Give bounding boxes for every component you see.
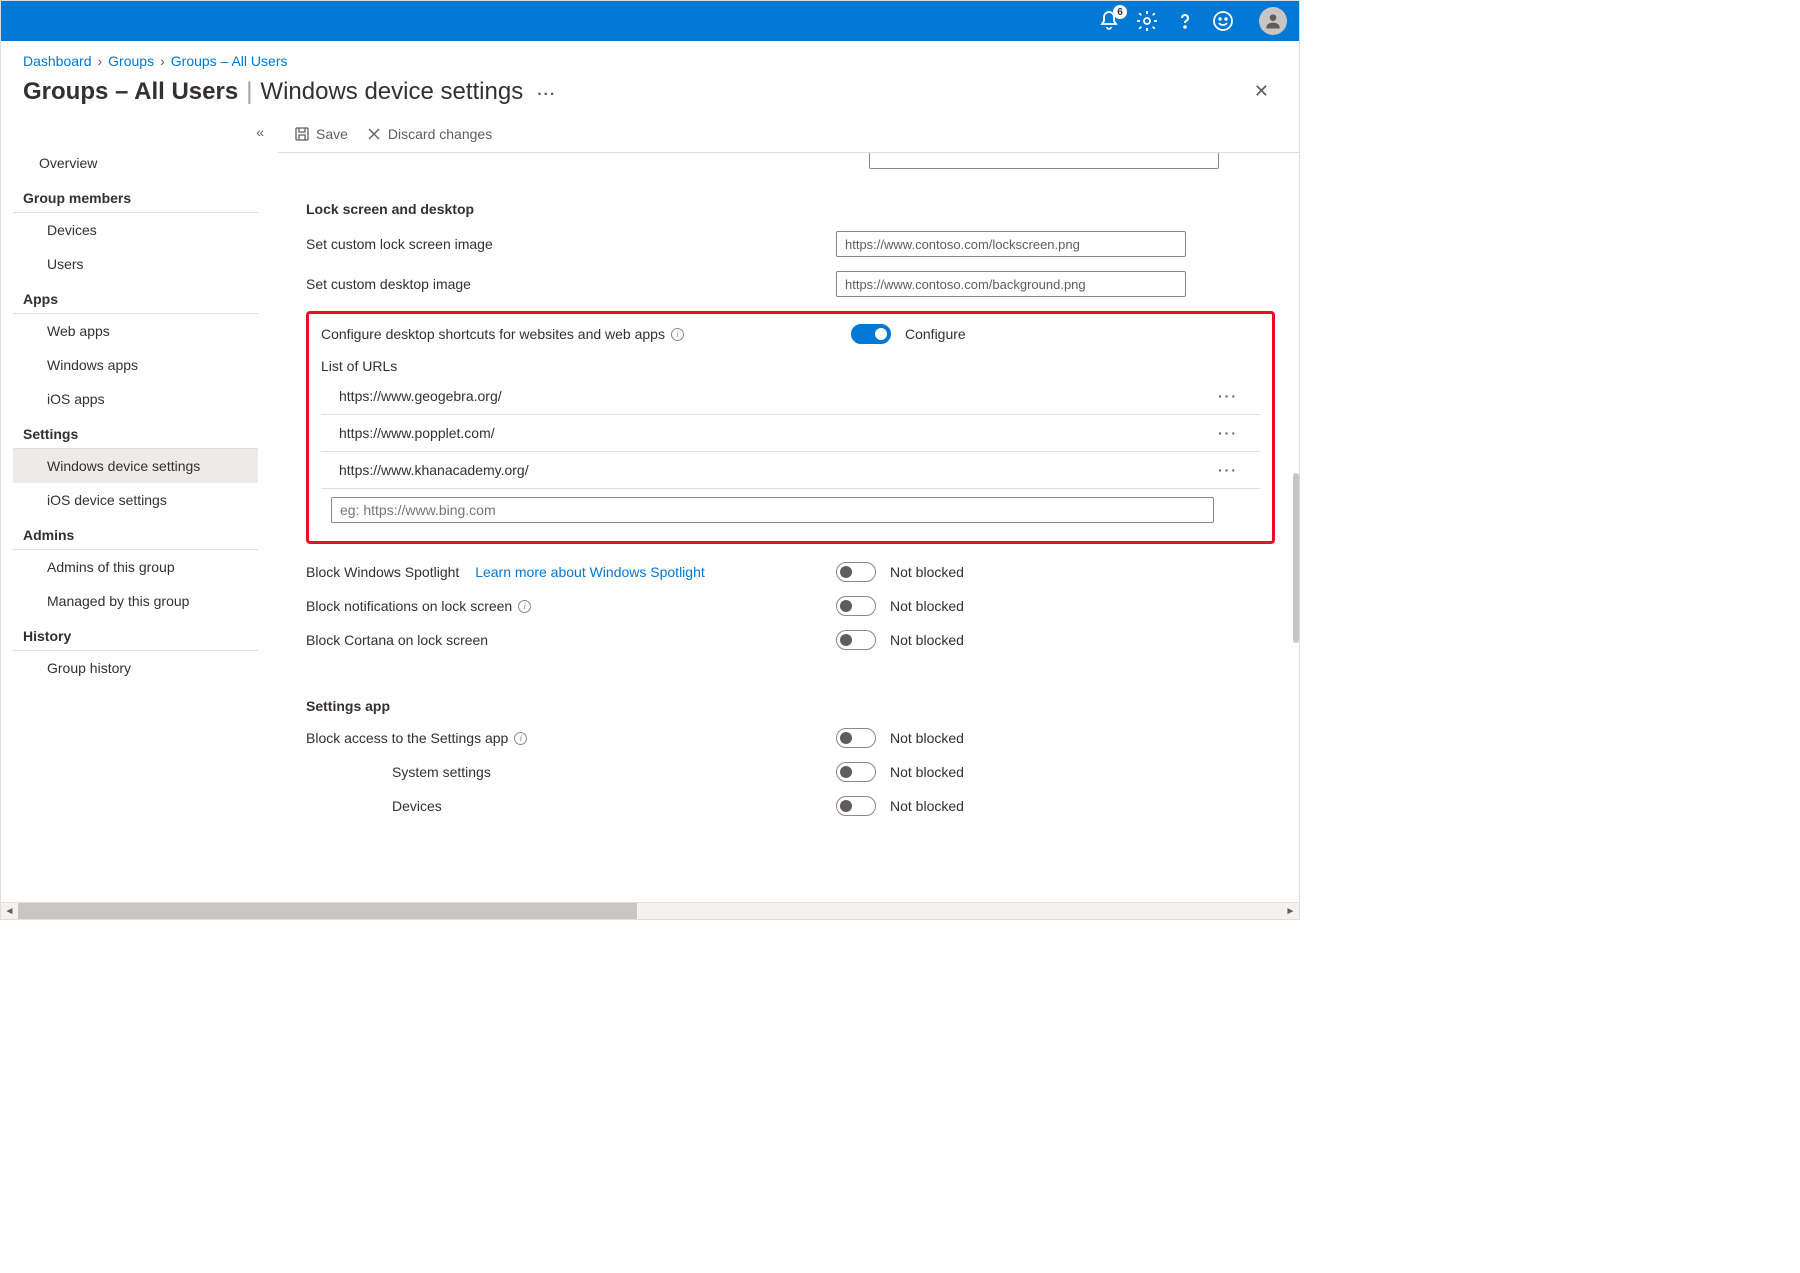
page-header: Groups – All Users | Windows device sett… [1, 75, 1299, 120]
url-text: https://www.geogebra.org/ [339, 388, 502, 404]
url-list-row: https://www.popplet.com/ ··· [321, 415, 1260, 452]
nav-managed-by[interactable]: Managed by this group [13, 584, 258, 618]
chevron-right-icon: › [160, 53, 165, 69]
side-nav: « Overview Group members Devices Users A… [1, 120, 276, 882]
toggle-block-spotlight[interactable] [836, 562, 876, 582]
breadcrumb-groups[interactable]: Groups [108, 53, 154, 69]
breadcrumb: Dashboard › Groups › Groups – All Users [1, 41, 1299, 75]
chevron-right-icon: › [98, 53, 103, 69]
label-devices-row: Devices [306, 798, 836, 814]
url-list-row: https://www.geogebra.org/ ··· [321, 378, 1260, 415]
input-desktop-image[interactable] [836, 271, 1186, 297]
label-system-settings: System settings [306, 764, 836, 780]
toggle-block-cortana[interactable] [836, 630, 876, 650]
breadcrumb-current[interactable]: Groups – All Users [171, 53, 288, 69]
save-icon [294, 126, 310, 142]
more-actions-icon[interactable]: ··· [537, 86, 556, 104]
notifications-icon[interactable]: 6 [1097, 9, 1121, 33]
label-lock-image: Set custom lock screen image [306, 236, 836, 252]
toggle-devices[interactable] [836, 796, 876, 816]
nav-windows-apps[interactable]: Windows apps [13, 348, 258, 382]
toggle-configure-shortcuts[interactable] [851, 324, 891, 344]
toggle-block-notifications[interactable] [836, 596, 876, 616]
nav-ios-apps[interactable]: iOS apps [13, 382, 258, 416]
label-block-cortana: Block Cortana on lock screen [306, 632, 836, 648]
toggle-configure-label: Configure [905, 326, 966, 342]
command-bar: Save Discard changes [278, 120, 1299, 153]
nav-devices[interactable]: Devices [13, 213, 258, 247]
url-row-more-icon[interactable]: ··· [1218, 388, 1238, 404]
label-configure-shortcuts: Configure desktop shortcuts for websites… [321, 326, 851, 342]
nav-section-history: History [13, 618, 258, 651]
vertical-scrollbar[interactable] [1293, 183, 1299, 902]
toggle-block-settings-app[interactable] [836, 728, 876, 748]
section-settings-app-title: Settings app [306, 698, 1275, 714]
nav-users[interactable]: Users [13, 247, 258, 281]
nav-ios-settings[interactable]: iOS device settings [13, 483, 258, 517]
highlight-region: Configure desktop shortcuts for websites… [306, 311, 1275, 544]
notification-badge: 6 [1113, 5, 1127, 19]
info-icon[interactable]: i [514, 732, 527, 745]
nav-section-admins: Admins [13, 517, 258, 550]
nav-overview[interactable]: Overview [13, 146, 258, 180]
help-icon[interactable] [1173, 9, 1197, 33]
discard-icon [366, 126, 382, 142]
save-button[interactable]: Save [294, 126, 348, 142]
vscroll-thumb[interactable] [1293, 473, 1299, 643]
horizontal-scrollbar[interactable]: ◄ ► [1, 902, 1299, 919]
label-block-notifications: Block notifications on lock screen i [306, 598, 836, 614]
label-block-settings-app: Block access to the Settings app i [306, 730, 836, 746]
nav-group-history[interactable]: Group history [13, 651, 258, 685]
input-new-url[interactable] [331, 497, 1214, 523]
top-bar: 6 [1, 1, 1299, 41]
label-list-urls: List of URLs [321, 358, 1260, 374]
user-avatar[interactable] [1259, 7, 1287, 35]
label-desktop-image: Set custom desktop image [306, 276, 836, 292]
page-title-group: Groups – All Users [23, 78, 238, 106]
nav-section-members: Group members [13, 180, 258, 213]
page-title-sub: Windows device settings [260, 78, 523, 106]
url-row-more-icon[interactable]: ··· [1218, 425, 1238, 441]
nav-windows-settings[interactable]: Windows device settings [13, 449, 258, 483]
main-panel: Save Discard changes Lock screen and des… [276, 120, 1299, 882]
url-row-more-icon[interactable]: ··· [1218, 462, 1238, 478]
input-lock-image[interactable] [836, 231, 1186, 257]
discard-button[interactable]: Discard changes [366, 126, 492, 142]
scroll-right-arrow[interactable]: ► [1282, 906, 1299, 917]
link-spotlight-learn[interactable]: Learn more about Windows Spotlight [475, 564, 705, 580]
scroll-thumb[interactable] [18, 903, 637, 919]
scroll-left-arrow[interactable]: ◄ [1, 906, 18, 917]
feedback-smile-icon[interactable] [1211, 9, 1235, 33]
cutoff-field[interactable] [869, 153, 1219, 169]
settings-gear-icon[interactable] [1135, 9, 1159, 33]
toggle-system-settings[interactable] [836, 762, 876, 782]
label-block-spotlight: Block Windows Spotlight Learn more about… [306, 564, 836, 580]
nav-web-apps[interactable]: Web apps [13, 314, 258, 348]
info-icon[interactable]: i [518, 600, 531, 613]
close-blade-button[interactable]: ✕ [1246, 77, 1277, 106]
nav-admins-of[interactable]: Admins of this group [13, 550, 258, 584]
collapse-nav-icon[interactable]: « [13, 120, 276, 146]
url-text: https://www.khanacademy.org/ [339, 462, 529, 478]
breadcrumb-dashboard[interactable]: Dashboard [23, 53, 92, 69]
url-list-row: https://www.khanacademy.org/ ··· [321, 452, 1260, 489]
section-lock-title: Lock screen and desktop [306, 201, 1275, 217]
nav-section-apps: Apps [13, 281, 258, 314]
url-text: https://www.popplet.com/ [339, 425, 495, 441]
info-icon[interactable]: i [671, 328, 684, 341]
nav-section-settings: Settings [13, 416, 258, 449]
